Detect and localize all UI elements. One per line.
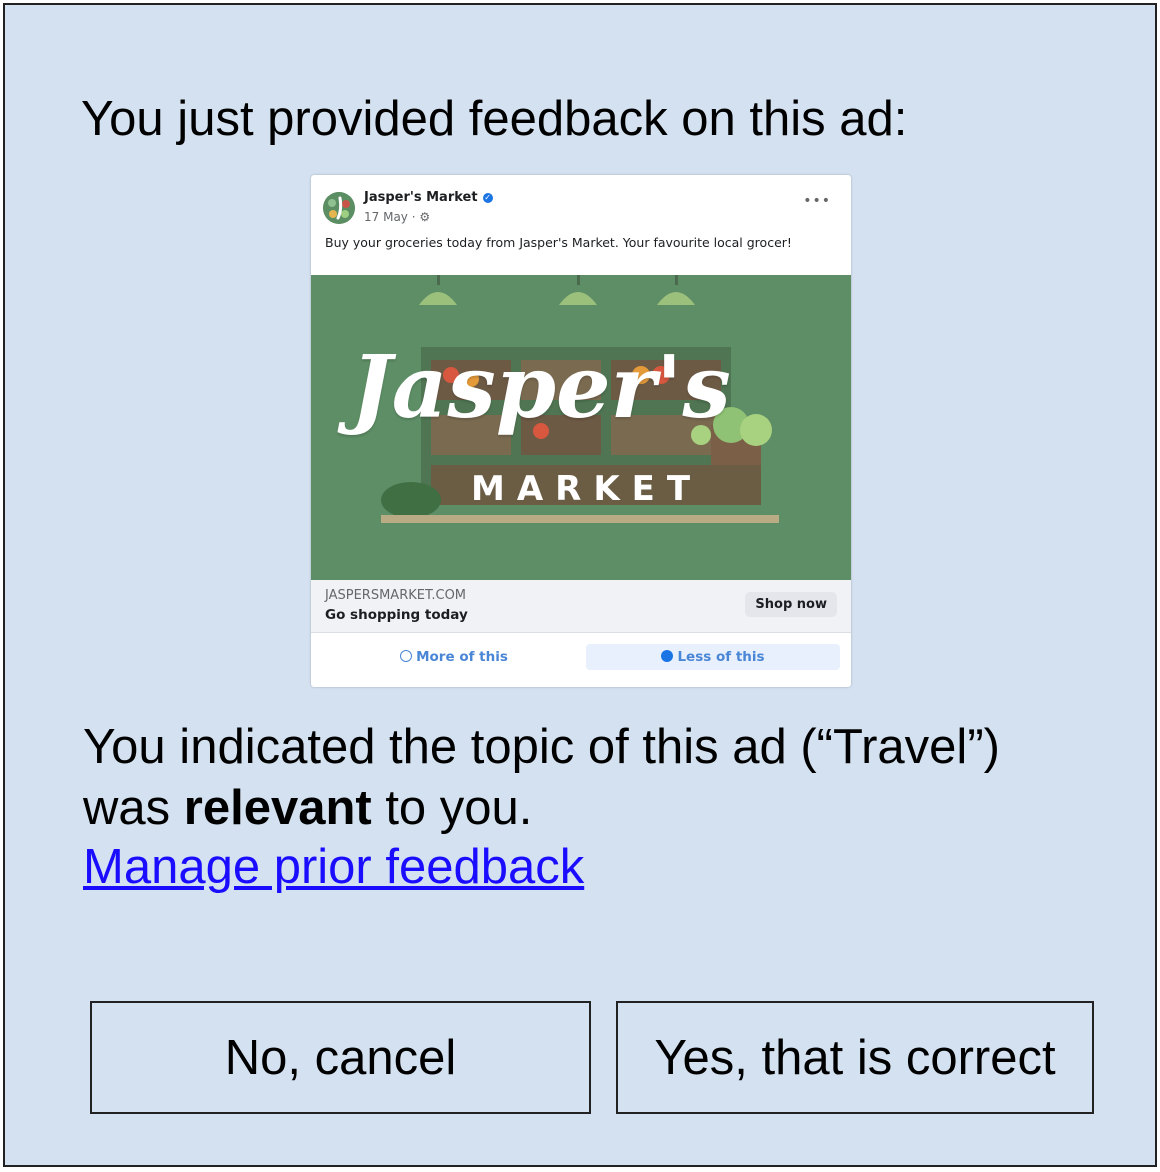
ad-logo-script: Jasper's [351, 337, 731, 438]
feedback-suffix: to you. [371, 781, 533, 835]
verified-badge-icon: ✓ [482, 193, 493, 203]
cancel-button[interactable]: No, cancel [90, 1001, 591, 1114]
advertiser-name-text: Jasper's Market [364, 190, 478, 205]
advertiser-avatar [323, 192, 355, 224]
ad-date: 17 May · ⚙ [364, 210, 431, 224]
shop-now-button[interactable]: Shop now [745, 592, 837, 617]
ad-body-text: Buy your groceries today from Jasper's M… [325, 235, 792, 250]
frown-icon [661, 650, 674, 662]
ad-domain: JASPERSMARKET.COM [325, 588, 467, 603]
ad-logo-market: MARKET [471, 469, 703, 509]
ad-preview-card: Jasper's Market ✓ 17 May · ⚙ ••• Buy your… [311, 175, 851, 687]
less-of-this-button[interactable]: Less of this [586, 644, 840, 670]
ad-link-bar[interactable]: JASPERSMARKET.COM Go shopping today Shop… [311, 580, 851, 633]
smile-icon [400, 650, 413, 662]
more-of-this-button[interactable]: More of this [323, 644, 585, 670]
less-of-this-label: Less of this [677, 649, 765, 665]
feedback-bold: relevant [183, 781, 372, 835]
ad-image[interactable]: Jasper's MARKET [311, 275, 851, 580]
more-of-this-label: More of this [416, 649, 508, 665]
feedback-summary: You indicated the topic of this ad (“Tra… [83, 717, 1083, 839]
ad-headline: Go shopping today [325, 607, 468, 623]
advertiser-name[interactable]: Jasper's Market ✓ [364, 190, 493, 205]
dialog-heading: You just provided feedback on this ad: [81, 92, 908, 146]
more-options-icon[interactable]: ••• [803, 193, 831, 209]
feedback-dialog: You just provided feedback on this ad: J… [3, 3, 1157, 1167]
manage-prior-feedback-link[interactable]: Manage prior feedback [83, 839, 584, 895]
confirm-button[interactable]: Yes, that is correct [616, 1001, 1094, 1114]
